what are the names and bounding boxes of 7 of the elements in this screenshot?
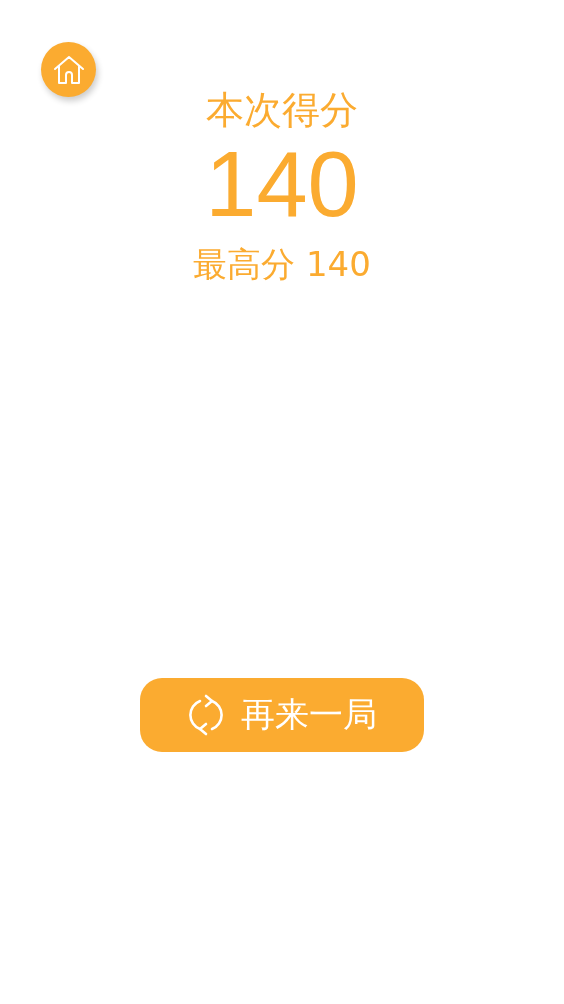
refresh-icon [187,693,225,737]
home-button[interactable] [41,42,96,97]
score-title: 本次得分 [206,87,358,134]
best-score: 最高分 140 [193,243,371,286]
home-icon [52,54,85,85]
score-value: 140 [205,134,359,234]
replay-button[interactable]: 再来一局 [140,678,424,752]
